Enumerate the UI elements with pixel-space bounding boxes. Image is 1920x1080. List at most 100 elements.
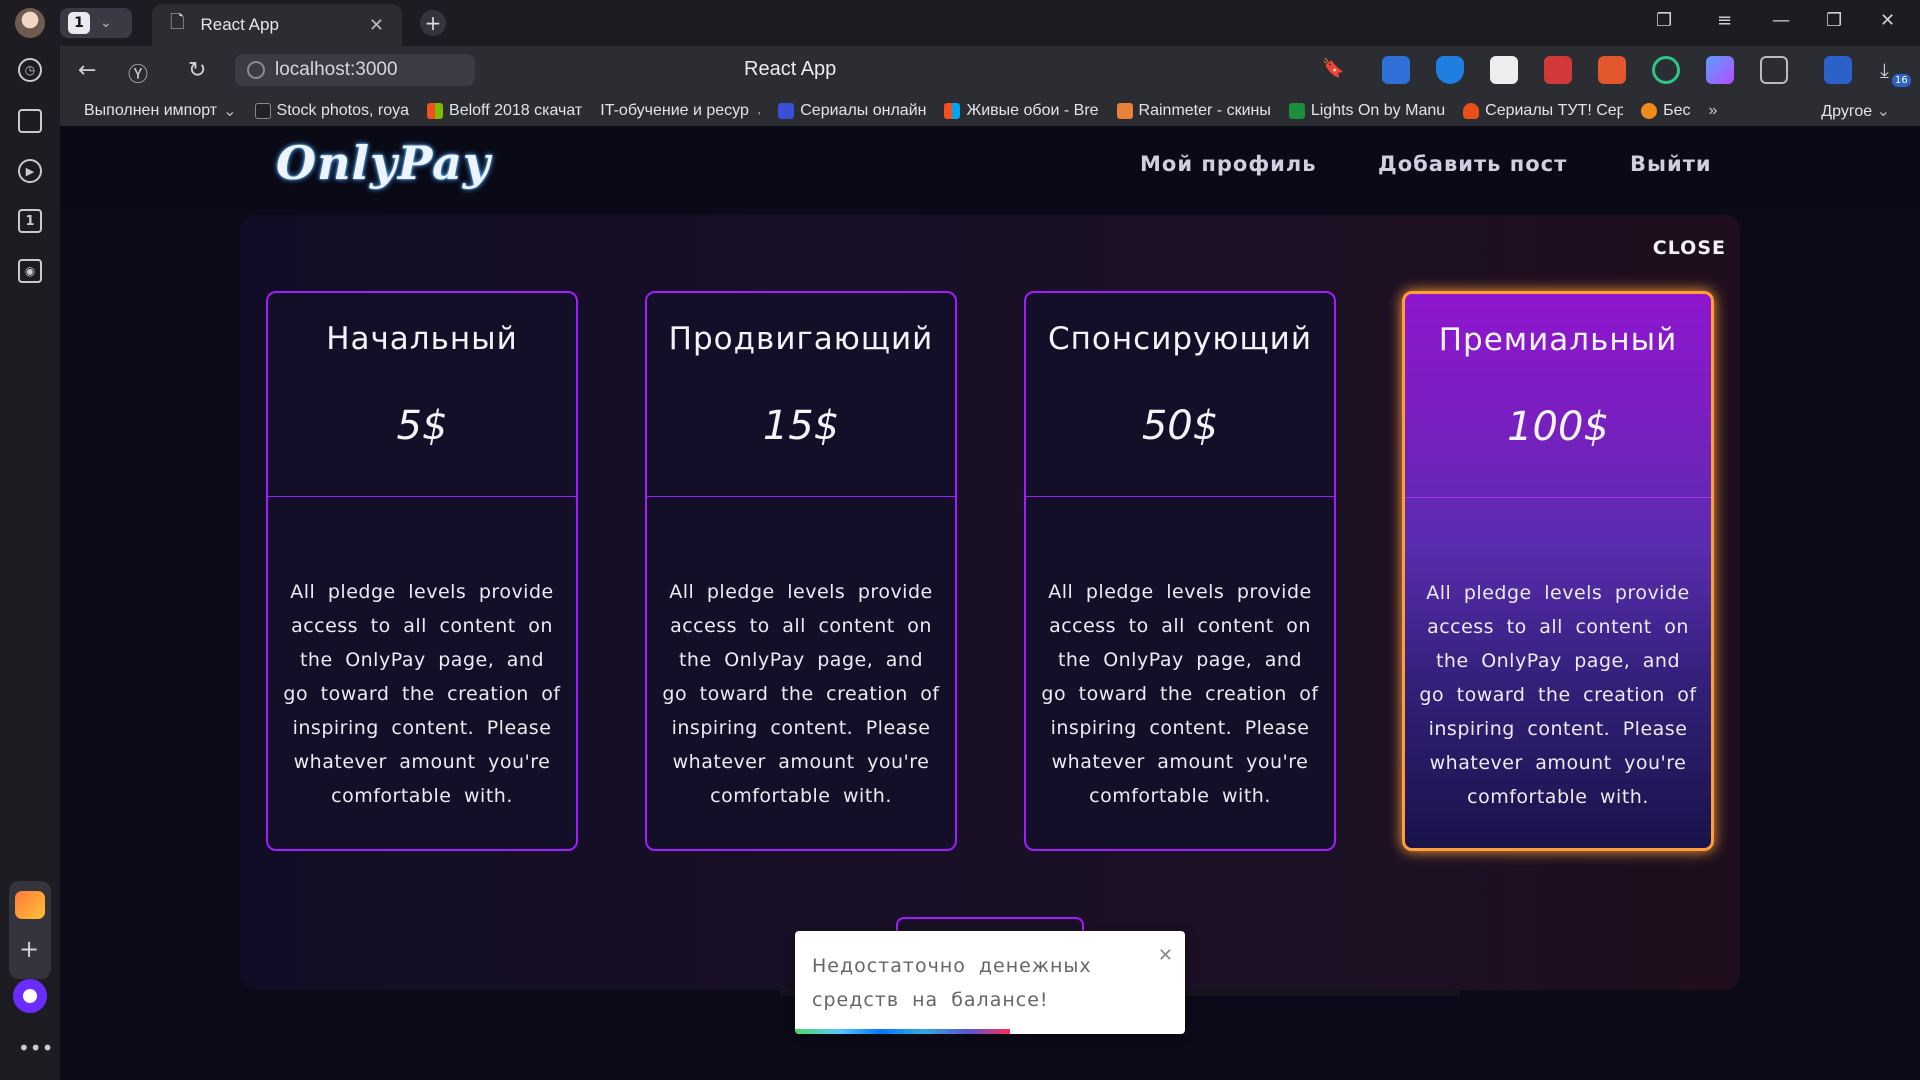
tab-count-button[interactable]: 1 ⌄	[60, 8, 132, 38]
fruit-icon	[1641, 103, 1658, 119]
stock-icon	[254, 103, 271, 119]
tier-card[interactable]: Начальный 5$ All pledge levels provide a…	[266, 291, 578, 851]
close-modal-button[interactable]: CLOSE	[1653, 237, 1726, 259]
bookmark-item[interactable]: Сериалы ТУТ! Сер	[1463, 102, 1623, 120]
alice-assistant-icon[interactable]	[13, 979, 47, 1013]
eyes-extension-icon[interactable]	[1490, 56, 1518, 84]
bookmark-label: Сериалы ТУТ! Сер	[1485, 102, 1624, 119]
tier-name: Премиальный	[1438, 322, 1678, 358]
other-bookmarks[interactable]: Другое ⌄	[1821, 101, 1890, 121]
word-extension-icon[interactable]	[1824, 56, 1852, 84]
bookmark-item[interactable]: IT-обучение и ресур ⌄	[600, 101, 760, 121]
close-window-icon[interactable]: ✕	[1880, 10, 1895, 31]
bookmark-label: Выполнен импорт	[84, 102, 218, 119]
site-info-icon[interactable]	[247, 61, 265, 79]
nav-my-profile[interactable]: Мой профиль	[1140, 152, 1317, 176]
bookmark-icon[interactable]: 🔖	[1322, 58, 1344, 79]
flame-icon	[1463, 103, 1480, 119]
bookmark-label: Сериалы онлайн	[800, 102, 927, 119]
tab-one-icon[interactable]: 1	[18, 209, 42, 233]
menu-icon[interactable]: ≡	[1717, 10, 1732, 31]
tier-name: Спонсирующий	[1048, 321, 1312, 357]
picker-extension-icon[interactable]	[1706, 56, 1734, 84]
mail-icon[interactable]	[15, 891, 45, 919]
bookmark-item[interactable]: Выполнен импорт ⌄	[84, 101, 237, 121]
tier-description: All pledge levels provide access to all …	[283, 581, 561, 807]
tier-price: 5$	[396, 403, 448, 449]
pledge-modal: CLOSE Начальный 5$ All pledge levels pro…	[240, 215, 1740, 990]
minimize-icon[interactable]: —	[1772, 10, 1790, 31]
bookmark-item[interactable]: Stock photos, roya	[254, 102, 410, 120]
bookmark-item[interactable]: Живые обои - Bre	[944, 102, 1099, 120]
bookmark-item[interactable]: Rainmeter - скины	[1116, 102, 1271, 120]
nav-logout[interactable]: Выйти	[1630, 152, 1712, 176]
more-bookmarks-icon[interactable]: »	[1709, 102, 1718, 120]
tab-count: 1	[68, 12, 90, 34]
bookmark-label: Rainmeter - скины	[1138, 102, 1271, 119]
tier-price: 100$	[1507, 404, 1609, 450]
bookmarks-bar: Выполнен импорт ⌄ Stock photos, roya Bel…	[60, 96, 1920, 126]
add-app-icon[interactable]: +	[19, 935, 39, 963]
restore-icon[interactable]: ❐	[1826, 10, 1842, 31]
bookmark-item[interactable]: Сериалы онлайн	[778, 102, 926, 120]
tab-react-app[interactable]: 🗋 React App ✕	[152, 4, 402, 46]
page-title: React App	[744, 58, 837, 80]
tier-card[interactable]: Продвигающий 15$ All pledge levels provi…	[645, 291, 957, 851]
nav-add-post[interactable]: Добавить пост	[1378, 152, 1567, 176]
new-tab-button[interactable]: +	[420, 10, 446, 36]
reload-icon[interactable]: ↻	[188, 58, 206, 83]
other-bookmarks-label: Другое	[1821, 103, 1873, 120]
document-icon: 🗋	[170, 12, 185, 33]
collections-icon[interactable]: ❐	[1656, 10, 1672, 31]
browser-window: 1 ⌄ 🗋 React App ✕ + ❐ ≡ — ❐ ✕ ← Ⓨ ↻ loca…	[0, 0, 1920, 1080]
profile-avatar[interactable]	[15, 8, 45, 38]
tab-strip: 1 ⌄ 🗋 React App ✕ + ❐ ≡ — ❐ ✕	[0, 0, 1920, 46]
toast-message: Недостаточно денежных средств на балансе…	[812, 955, 1092, 1011]
sidebar-apps: +	[9, 881, 51, 979]
yandex-icon[interactable]: Ⓨ	[128, 58, 148, 87]
tier-description: All pledge levels provide access to all …	[1419, 582, 1697, 808]
tier-card-header: Премиальный 100$	[1405, 294, 1711, 498]
tier-price: 15$	[762, 403, 840, 449]
tabs-icon[interactable]	[18, 109, 42, 133]
history-icon[interactable]: ◷	[18, 58, 42, 82]
shield-extension-icon[interactable]	[1436, 56, 1464, 84]
bookmark-item[interactable]: Бес	[1641, 102, 1691, 120]
more-icon[interactable]: •••	[18, 1036, 53, 1060]
bookmark-item[interactable]: Beloff 2018 скачат	[427, 102, 582, 120]
bookmark-label: Lights On by Manu	[1310, 102, 1446, 119]
notes-extension-icon[interactable]	[1760, 56, 1788, 84]
tab-title: React App	[200, 15, 279, 34]
bookmark-label: Beloff 2018 скачат	[449, 102, 583, 119]
download-count-badge: 16	[1892, 74, 1911, 87]
bookmark-label: Stock photos, roya	[276, 102, 410, 119]
target-extension-icon[interactable]	[1652, 56, 1680, 84]
rainmeter-icon	[1116, 103, 1133, 119]
close-tab-icon[interactable]: ✕	[369, 15, 384, 36]
screenshot-icon[interactable]: ◉	[18, 259, 42, 283]
translate-extension-icon[interactable]	[1382, 56, 1410, 84]
tier-card-header: Начальный 5$	[268, 293, 576, 497]
play-icon[interactable]: ▶	[18, 159, 42, 183]
url-field[interactable]: localhost:3000	[235, 54, 475, 86]
lights-icon	[1288, 103, 1305, 119]
download-icon[interactable]: ⤓	[1880, 58, 1889, 82]
tier-price: 50$	[1141, 403, 1219, 449]
site-header: OnlyPay Мой профиль Добавить пост Выйти	[60, 126, 1920, 208]
close-toast-icon[interactable]: ✕	[1158, 945, 1173, 966]
bookmark-item[interactable]: Lights On by Manu	[1288, 102, 1446, 120]
puzzle-extension-icon[interactable]	[1544, 56, 1572, 84]
bookmark-label: Живые обои - Bre	[966, 102, 1099, 119]
browser-sidebar: ◷ ▶ 1 ◉ + •••	[0, 46, 60, 1080]
chevron-down-icon: ⌄	[223, 103, 237, 120]
bookmark-label: IT-обучение и ресур	[600, 102, 749, 119]
tier-card[interactable]: Спонсирующий 50$ All pledge levels provi…	[1024, 291, 1336, 851]
chevron-down-icon: ⌄	[755, 101, 760, 121]
address-bar-row: ← Ⓨ ↻ localhost:3000 React App 🔖 ⤓ 16	[60, 46, 1920, 96]
back-icon[interactable]: ←	[78, 58, 96, 83]
url-text: localhost:3000	[275, 59, 398, 80]
translator-extension-icon[interactable]	[1598, 56, 1626, 84]
windows-icon	[944, 103, 961, 119]
tier-card-premium[interactable]: Премиальный 100$ All pledge levels provi…	[1402, 291, 1714, 851]
site-logo[interactable]: OnlyPay	[276, 136, 491, 190]
